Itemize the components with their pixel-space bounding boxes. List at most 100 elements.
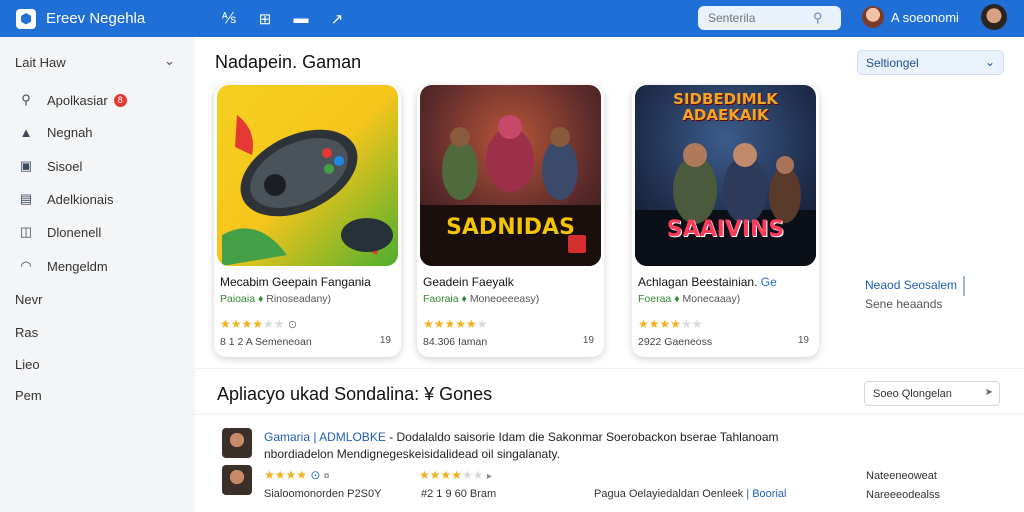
notification-avatar[interactable] <box>862 6 884 28</box>
meta-link[interactable]: | Boorial <box>746 488 786 500</box>
rating-stars: ★★★★ ⊙ ¤ <box>264 468 329 482</box>
sidebar-item-adelkionais[interactable]: ▤ Adelkionais <box>18 191 114 207</box>
sidebar-item-label: Sisoel <box>47 158 83 174</box>
sidebar-item-pem[interactable]: Pem <box>15 388 42 403</box>
toolbar: ⅍ ⊞ ▬ ↗ <box>218 10 348 28</box>
publisher-name: Paioaia <box>220 293 256 305</box>
app-description-line2: nbordiadelon Mendignegeskeisidalidead oi… <box>264 447 560 461</box>
see-more-link[interactable]: Neaod Seosalem <box>865 278 957 292</box>
sidebar-header[interactable]: Lait Haw <box>15 55 66 70</box>
font-tool-icon[interactable]: ⅍ <box>218 10 240 27</box>
game-artwork-warriors[interactable]: SADNIDAS <box>420 85 601 266</box>
game-title-text: SIDBEDIMLK ADAEKAIK <box>673 90 778 124</box>
publisher-name: Foeraa <box>638 293 672 305</box>
share-tool-icon[interactable]: ↗ <box>326 10 348 28</box>
sidebar-item-label: Dlonenell <box>47 224 102 240</box>
sidebar-item-lieo[interactable]: Lieo <box>15 357 40 372</box>
notification-badge: 8 <box>113 93 127 107</box>
sidebar-item-ras[interactable]: Ras <box>15 325 38 340</box>
search-input[interactable] <box>708 11 813 25</box>
verified-icon: ♦ <box>674 293 680 305</box>
app-thumbnail[interactable] <box>222 428 252 458</box>
filter-dropdown[interactable]: Soeo Qlongelan ➤ <box>864 381 1000 406</box>
game-artwork-controller[interactable] <box>217 85 398 266</box>
publisher-meta: Monecaaay) <box>682 293 741 305</box>
game-name[interactable]: Achlagan Beestainian. Ge <box>638 275 777 289</box>
verified-icon: ⊙ <box>310 468 321 482</box>
game-name[interactable]: Geadein Faeyalk <box>423 275 514 289</box>
sidebar-item-label: Mengeldm <box>47 258 108 274</box>
publisher-meta: Moneoeeeasy) <box>469 293 540 305</box>
mini-count: 19 <box>797 335 809 346</box>
sidebar-item-nevr[interactable]: Nevr <box>15 292 42 307</box>
game-name-text: Achlagan Beestainian. <box>638 275 758 289</box>
storage-tool-icon[interactable]: ▬ <box>290 10 312 27</box>
sidebar-item-sisoel[interactable]: ▣ Sisoel <box>18 158 83 174</box>
search-box[interactable]: ⚲ <box>698 6 841 30</box>
publisher[interactable]: Paioaia ♦ Rinoseadany) <box>220 293 331 305</box>
publisher[interactable]: Foeraa ♦ Monecaaay) <box>638 293 740 305</box>
app-thumbnail[interactable] <box>222 465 252 495</box>
list-meta: Sialoomonorden P2S0Y <box>264 488 382 500</box>
search-icon[interactable]: ⚲ <box>813 10 823 26</box>
brand[interactable]: ⬢ Ereev Negehla <box>16 8 206 29</box>
sort-dropdown[interactable]: Seltiongel ⌄ <box>857 50 1004 75</box>
sidebar-item-mengeldm[interactable]: ◠ Mengeldm <box>18 258 108 274</box>
game-artwork-heroes[interactable]: SIDBEDIMLK ADAEKAIK SAAIVINS <box>635 85 816 266</box>
sidebar-item-dlonenell[interactable]: ◫ Dlonenell <box>18 224 101 240</box>
search-icon: ⚲ <box>21 92 31 107</box>
bag-icon: ▲ <box>19 125 33 140</box>
sidebar-item-label: Apolkasiar <box>47 92 108 108</box>
stars-b: ★★★★ <box>419 468 463 482</box>
meta-text: Pagua Oelayiedaldan Oenleek <box>594 488 744 500</box>
extra-b: ▸ <box>486 471 492 482</box>
list-item[interactable]: Gamaria | ADMLOBKE - Dodalaldo saisorie … <box>264 430 779 444</box>
bookmark-icon: ◫ <box>19 224 33 239</box>
filter-label: Soeo Qlongelan <box>873 387 952 400</box>
game-name-accent: Ge <box>760 275 777 289</box>
sort-label: Seltiongel <box>866 55 919 70</box>
list-meta: #2 1 9 60 Bram <box>421 488 497 500</box>
app-description: - Dodalaldo saisorie Idam die Sakonmar S… <box>389 430 779 444</box>
rating-stars: ★★★★★★ ▸ <box>419 468 492 482</box>
sidebar: Lait Haw ⌄ ⚲ Apolkasiar 8 ▲ Negnah ▣ Sis… <box>0 37 195 512</box>
mini-count: 19 <box>379 335 391 346</box>
document-icon: ▤ <box>19 191 33 206</box>
sidebar-item-negnah[interactable]: ▲ Negnah <box>18 125 93 140</box>
review-count: 84.306 Iaman <box>423 336 488 348</box>
publisher-meta: Rinoseadany) <box>266 293 332 305</box>
see-reviews-link[interactable]: Sene heaands <box>865 297 942 311</box>
page-title: Nadapein. Gaman <box>215 52 362 72</box>
info-icon[interactable]: ⊙ <box>288 319 297 331</box>
verified-icon: ♦ <box>461 293 467 305</box>
game-name[interactable]: Mecabim Geepain Fangania <box>220 275 371 289</box>
chevron-down-icon[interactable]: ⌄ <box>164 53 175 69</box>
user-name[interactable]: A soeonomi <box>891 10 959 25</box>
extra-a: ¤ <box>323 471 330 482</box>
section-divider <box>195 368 1024 369</box>
right-meta: Nareeeodealss <box>866 489 940 501</box>
cloud-icon: ◠ <box>20 258 32 273</box>
game-logo-text: SAAIVINS <box>666 217 785 242</box>
game-card[interactable]: Mecabim Geepain Fangania Paioaia ♦ Rinos… <box>214 85 401 357</box>
user-avatar[interactable] <box>981 4 1007 30</box>
square-icon: ▣ <box>19 158 33 173</box>
rating-stars: ★★★★★★ <box>423 317 488 331</box>
section-divider <box>195 414 1024 415</box>
review-count: 8 1 2 A Semeneoan <box>220 336 312 348</box>
chevron-down-icon: ⌄ <box>984 55 995 69</box>
stars-a: ★★★★ <box>264 468 308 482</box>
app-title: Ereev Negehla <box>46 10 146 27</box>
game-card[interactable]: SIDBEDIMLK ADAEKAIK SAAIVINS Achlagan Be… <box>632 85 819 357</box>
game-logo-text: SADNIDAS <box>446 215 575 240</box>
sidebar-item-applications[interactable]: ⚲ Apolkasiar 8 <box>18 92 127 108</box>
publisher[interactable]: Faoraia ♦ Moneoeeeasy) <box>423 293 539 305</box>
sidebar-item-label: Adelkionais <box>47 191 114 207</box>
rating-stars: ★★★★★★ ⊙ <box>220 317 298 331</box>
app-logo-icon: ⬢ <box>16 8 36 29</box>
game-card[interactable]: SADNIDAS Geadein Faeyalk Faoraia ♦ Moneo… <box>417 85 604 357</box>
rating-stars: ★★★★★★ <box>638 317 703 331</box>
app-link[interactable]: Gamaria | ADMLOBKE <box>264 430 386 444</box>
grid-tool-icon[interactable]: ⊞ <box>254 10 276 28</box>
mini-count: 19 <box>582 335 594 346</box>
